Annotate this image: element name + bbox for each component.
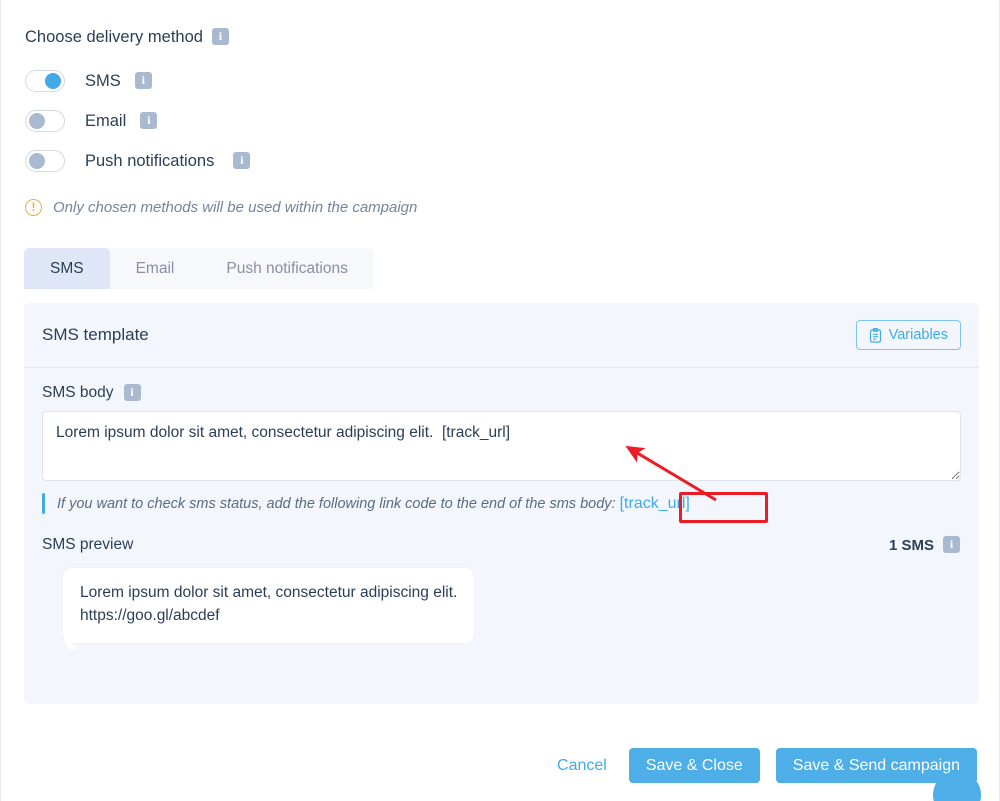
sms-count-label: 1 SMS (888, 536, 934, 554)
save-close-button[interactable]: Save & Close (628, 748, 760, 783)
page-title: Choose delivery method i (25, 28, 625, 47)
sms-preview-line-1: Lorem ipsum dolor sit amet, consectetur … (80, 584, 458, 601)
delivery-toggle-label-email: Email (85, 111, 127, 130)
info-icon[interactable]: i (233, 151, 251, 169)
track-url-note-text: If you want to check sms status, add the… (57, 495, 690, 513)
toggle-knob (29, 153, 45, 169)
tab-email[interactable]: Email (110, 248, 201, 289)
clipboard-icon (869, 327, 882, 343)
toggle-switch-push[interactable] (25, 150, 65, 172)
sms-preview-area: Lorem ipsum dolor sit amet, consectetur … (42, 568, 961, 650)
sms-body-label-row: SMS body i (42, 383, 961, 402)
delivery-method-section: Choose delivery method i SMS i Email i P… (25, 28, 625, 216)
sms-preview-header: SMS preview 1 SMS i (42, 535, 961, 554)
toggle-knob (45, 73, 61, 89)
toggle-knob (29, 113, 45, 129)
info-icon[interactable]: i (134, 71, 152, 89)
sms-body-input[interactable] (42, 411, 961, 481)
footer-actions: Cancel Save & Close Save & Send campaign (551, 748, 977, 783)
info-icon[interactable]: i (123, 383, 141, 401)
track-url-note: If you want to check sms status, add the… (42, 493, 961, 514)
delivery-warning: ! Only chosen methods will be used withi… (25, 199, 625, 216)
delivery-toggle-push[interactable]: Push notifications i (25, 141, 625, 181)
sms-template-card: SMS template Variables SMS body i Lorem … (24, 303, 979, 704)
toggle-switch-sms[interactable] (25, 70, 65, 92)
campaign-delivery-page: Choose delivery method i SMS i Email i P… (0, 0, 1000, 801)
track-url-note-sentence: If you want to check sms status, add the… (57, 495, 616, 512)
delivery-toggle-sms[interactable]: SMS i (25, 61, 625, 101)
sms-template-header: SMS template Variables (24, 303, 979, 368)
track-url-code[interactable]: [track_url] (620, 495, 690, 512)
channel-tabs: SMS Email Push notifications (24, 248, 374, 289)
note-accent-bar (42, 493, 45, 514)
delivery-warning-text: Only chosen methods will be used within … (53, 199, 418, 216)
variables-button[interactable]: Variables (855, 320, 961, 350)
sms-template-body: SMS body i If you want to check sms stat… (24, 368, 979, 650)
sms-template-title: SMS template (42, 325, 149, 344)
sms-preview-line-2: https://goo.gl/abcdef (80, 606, 220, 624)
sms-count: 1 SMS i (888, 535, 960, 554)
bubble-tail (64, 635, 78, 650)
tab-push-notifications[interactable]: Push notifications (200, 248, 374, 289)
info-icon[interactable]: i (211, 28, 229, 45)
info-icon[interactable]: i (140, 111, 158, 129)
delivery-toggle-email[interactable]: Email i (25, 101, 625, 141)
delivery-method-heading: Choose delivery method (25, 28, 203, 46)
delivery-toggle-label-sms: SMS (85, 71, 121, 90)
variables-button-label: Variables (888, 327, 948, 343)
toggle-switch-email[interactable] (25, 110, 65, 132)
sms-preview-bubble: Lorem ipsum dolor sit amet, consectetur … (63, 568, 475, 650)
delivery-toggle-label-push: Push notifications (85, 151, 215, 170)
sms-preview-label: SMS preview (42, 536, 134, 553)
info-icon[interactable]: i (943, 535, 960, 553)
exclamation-circle-icon: ! (25, 199, 42, 216)
sms-body-label: SMS body (42, 384, 114, 401)
cancel-button[interactable]: Cancel (551, 757, 613, 775)
tab-sms[interactable]: SMS (24, 248, 110, 289)
